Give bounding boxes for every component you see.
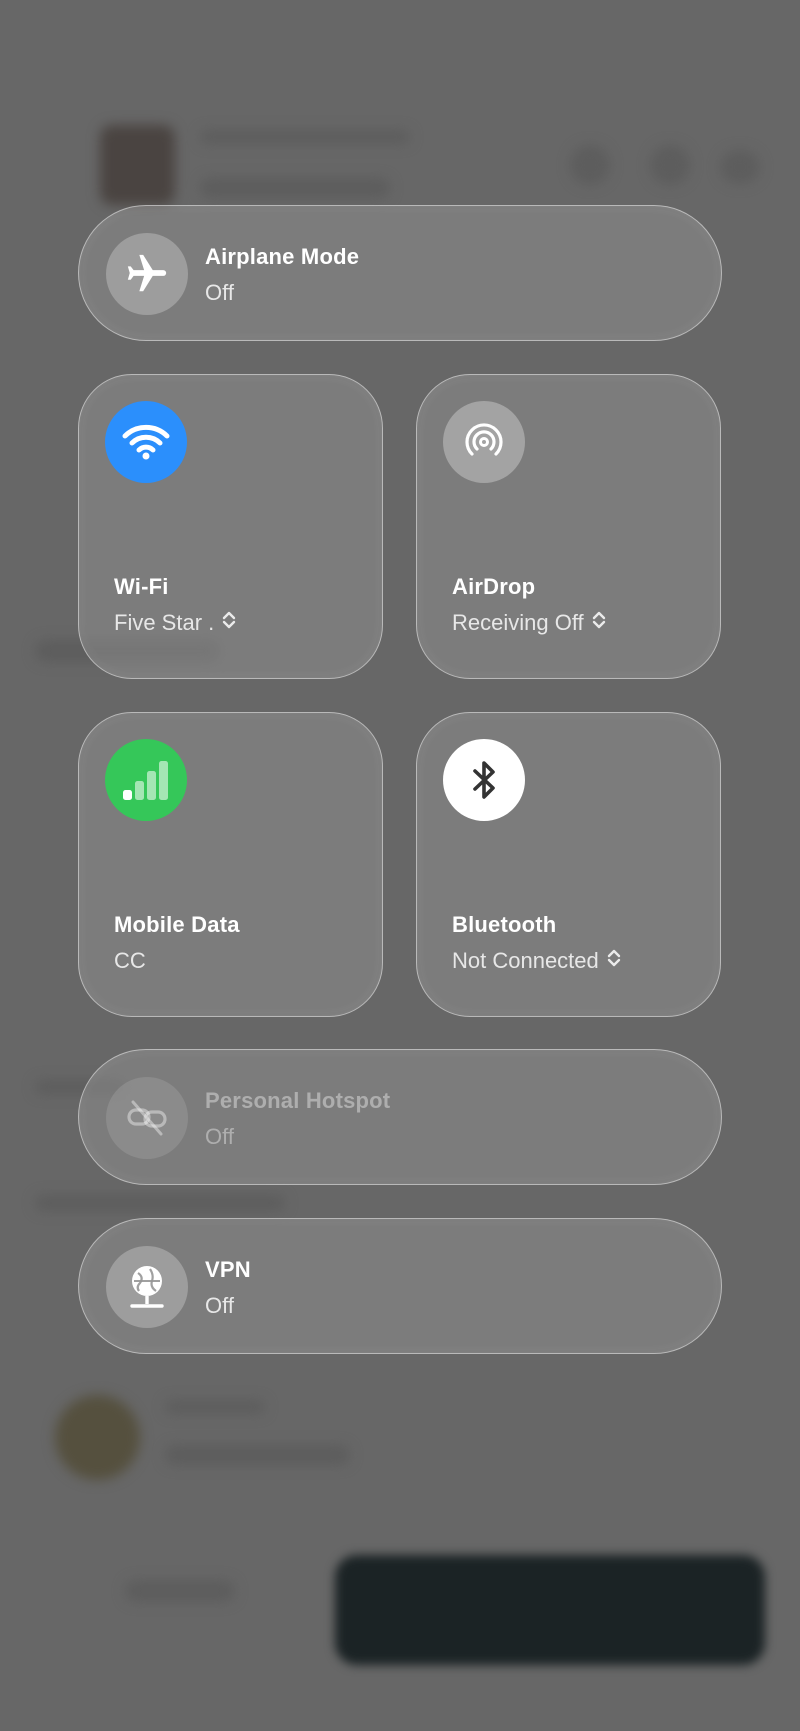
airplane-icon (106, 233, 188, 315)
airdrop-icon (443, 401, 525, 483)
airdrop-title: AirDrop (452, 574, 536, 599)
wifi-icon (105, 401, 187, 483)
vpn-status: Off (205, 1293, 234, 1318)
airplane-mode-status: Off (205, 280, 234, 305)
vpn-icon (106, 1246, 188, 1328)
chevron-updown-icon (592, 610, 606, 636)
airdrop-tile[interactable]: AirDrop Receiving Off (416, 374, 721, 679)
hotspot-icon (106, 1077, 188, 1159)
mobile-data-tile[interactable]: Mobile Data CC (78, 712, 383, 1017)
hotspot-title: Personal Hotspot (205, 1088, 391, 1113)
bluetooth-title: Bluetooth (452, 912, 557, 937)
vpn-toggle[interactable]: VPN Off (78, 1218, 722, 1354)
bluetooth-icon (443, 739, 525, 821)
cellular-icon (105, 739, 187, 821)
personal-hotspot-toggle[interactable]: Personal Hotspot Off (78, 1049, 722, 1185)
mobile-data-title: Mobile Data (114, 912, 240, 937)
airdrop-status[interactable]: Receiving Off (452, 610, 606, 636)
hotspot-status: Off (205, 1124, 234, 1149)
bluetooth-status[interactable]: Not Connected (452, 948, 621, 974)
vpn-title: VPN (205, 1257, 251, 1282)
wifi-tile[interactable]: Wi-Fi Five Star . (78, 374, 383, 679)
chevron-updown-icon (607, 948, 621, 974)
airplane-mode-title: Airplane Mode (205, 244, 360, 269)
bluetooth-tile[interactable]: Bluetooth Not Connected (416, 712, 721, 1017)
mobile-data-carrier: CC (114, 948, 146, 973)
chevron-updown-icon (222, 610, 236, 636)
airplane-mode-toggle[interactable]: Airplane Mode Off (78, 205, 722, 341)
wifi-title: Wi-Fi (114, 574, 169, 599)
wifi-network[interactable]: Five Star . (114, 610, 236, 636)
